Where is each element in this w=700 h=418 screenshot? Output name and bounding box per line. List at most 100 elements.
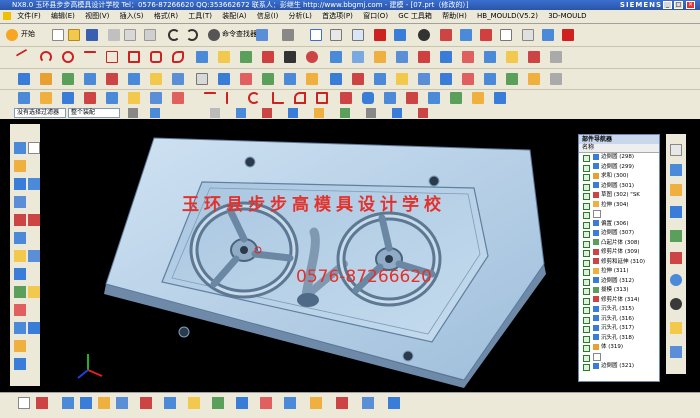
reuse-library-icon[interactable] [14,196,26,208]
feature-row[interactable]: 边倒圆 (312) [579,277,659,287]
feature-row[interactable]: 修剪片体 (314) [579,296,659,306]
feature-row[interactable]: 沉头孔 (315) [579,305,659,315]
pattern-icon[interactable] [352,73,364,85]
wcs-icon[interactable] [542,29,554,41]
feature-row[interactable]: 边倒圆 (321) [579,362,659,372]
block-icon[interactable] [384,92,396,104]
checkbox[interactable] [583,335,590,343]
snap-icon[interactable] [562,29,574,41]
text-icon[interactable] [284,51,296,63]
sheet-icon[interactable] [28,142,40,154]
menu-window[interactable]: 窗口(O) [359,12,392,20]
constraints-tab-icon[interactable] [670,184,682,196]
menu-edit[interactable]: 编辑(E) [47,12,79,20]
snap-options-icon[interactable] [128,108,138,118]
menu-assemblies[interactable]: 装配(A) [218,12,250,20]
checkbox[interactable] [583,316,590,324]
trim-curve-icon[interactable] [330,51,342,63]
menu-file[interactable]: 文件(F) [13,12,45,20]
view-left-icon[interactable] [188,397,200,409]
command-finder-label[interactable]: 命令查找器 [222,29,257,39]
navigator-tab-icon[interactable] [670,144,682,156]
scale-body-icon[interactable] [528,73,540,85]
process-studio-icon[interactable] [14,286,26,298]
selection-filter-dropdown[interactable]: 没有选择过滤器 [14,108,66,118]
feature-row[interactable]: 体 (319) [579,343,659,353]
trim-body-icon[interactable] [396,73,408,85]
feature-row[interactable]: 偏置 (306) [579,220,659,230]
sketch-fillet-icon[interactable] [272,92,284,104]
checkbox[interactable] [583,288,590,295]
orient-view-icon[interactable] [28,178,40,190]
curvature-analysis-icon[interactable] [362,397,374,409]
roles-tab-icon[interactable] [670,346,682,358]
section-icon[interactable] [480,29,492,41]
feature-row[interactable] [579,352,659,363]
rectangle-icon[interactable] [128,51,140,63]
point-icon[interactable] [106,51,118,63]
render-style-icon[interactable] [282,29,294,41]
checkbox[interactable] [583,354,590,362]
checkbox[interactable] [583,278,590,286]
constraint-navigator-icon[interactable] [14,160,26,172]
feature-row[interactable] [579,210,659,220]
curve-length-icon[interactable] [418,51,430,63]
sketch-rectangle-icon[interactable] [316,92,328,104]
point-on-face-snap-icon[interactable] [418,108,428,118]
through-curves-icon[interactable] [484,51,496,63]
unite-icon[interactable] [196,73,208,85]
offset-region-icon[interactable] [62,92,74,104]
menu-hb-mould[interactable]: HB_MOULD(V5.2) [473,12,542,20]
sketch-line-icon[interactable] [204,92,216,104]
surface-icon[interactable] [440,51,452,63]
offset-face-icon[interactable] [440,73,452,85]
checkbox[interactable] [583,231,590,238]
feature-row[interactable]: 沉头孔 (316) [579,315,659,325]
browser-tab-icon[interactable] [670,274,682,286]
checkbox[interactable] [583,345,590,352]
view-bottom-icon[interactable] [212,397,224,409]
trimetric-icon[interactable] [140,397,152,409]
sketch-arc-icon[interactable] [248,92,260,104]
existing-point-snap-icon[interactable] [366,108,376,118]
subtract-icon[interactable] [218,73,230,85]
checkbox[interactable] [583,193,590,200]
measure-body-icon[interactable] [284,397,296,409]
checkbox[interactable] [583,269,590,276]
checkbox[interactable] [583,364,590,371]
midpoint-snap-icon[interactable] [262,108,272,118]
undo-icon[interactable] [168,29,180,41]
check-geometry-icon[interactable] [310,397,322,409]
intersection-snap-icon[interactable] [340,108,350,118]
point-on-curve-snap-icon[interactable] [392,108,402,118]
mirror-icon[interactable] [374,73,386,85]
clock-tab-icon[interactable] [670,298,682,310]
assembly-tab-icon[interactable] [670,164,682,176]
checkbox[interactable] [583,221,590,229]
open-file-icon[interactable] [68,29,80,41]
datum-plane-icon[interactable] [450,92,462,104]
divide-curve-icon[interactable] [352,51,364,63]
hide-icon[interactable] [28,322,40,334]
feature-row[interactable]: 修剪片体 (309) [579,248,659,258]
draft-icon[interactable] [330,73,342,85]
move-object-icon[interactable] [550,73,562,85]
feature-row[interactable]: 凸起片体 (308) [579,239,659,249]
checkbox[interactable] [583,155,590,162]
ellipse-icon[interactable] [172,51,184,63]
feature-row[interactable]: 草图 (302) "SK [579,191,659,201]
endpoint-snap-icon[interactable] [236,108,246,118]
close-button[interactable]: × [686,1,695,9]
feature-row[interactable]: 边倒圆 (299) [579,163,659,173]
pocket-icon[interactable] [106,73,118,85]
center-snap-icon[interactable] [288,108,298,118]
spline-icon[interactable] [84,51,96,63]
boss-icon[interactable] [84,73,96,85]
reuse-tab-icon[interactable] [670,230,682,242]
feature-row[interactable]: 拉伸 (311) [579,267,659,277]
line-icon[interactable] [15,48,33,66]
delete-face-icon[interactable] [128,92,140,104]
command-finder-icon[interactable] [208,29,220,41]
revolve-icon[interactable] [40,73,52,85]
menu-preferences[interactable]: 首选项(P) [318,12,357,20]
